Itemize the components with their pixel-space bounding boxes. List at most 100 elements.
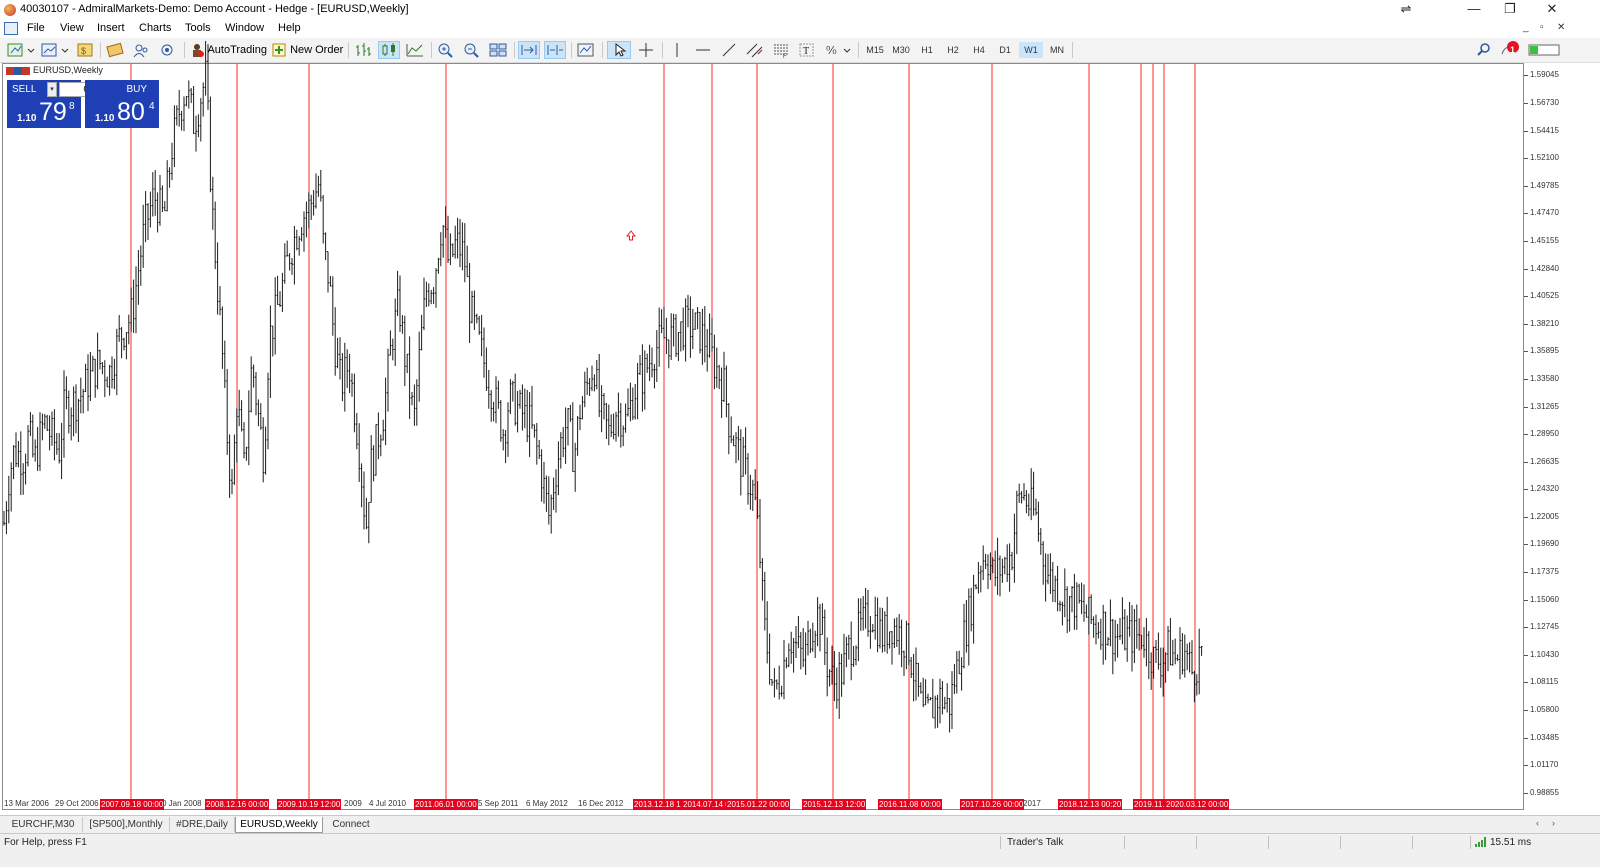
price-bar (867, 589, 869, 637)
price-bar (929, 697, 932, 701)
event-label[interactable]: 2007.09.18 00:00 (100, 799, 165, 810)
price-tick (1524, 710, 1528, 712)
event-label[interactable]: 2014.07.14 0 (682, 799, 731, 810)
price-bar (139, 245, 142, 286)
price-bar (763, 571, 766, 631)
event-label[interactable]: 2016.11.08 00:00 (878, 799, 942, 810)
price-bar (89, 352, 92, 402)
price-bar (670, 313, 673, 360)
price-bar (331, 276, 334, 336)
price-bar (197, 114, 200, 138)
lot-decrease-button[interactable]: ▾ (47, 82, 57, 97)
price-bar (951, 671, 953, 730)
price-bar (706, 328, 709, 372)
signal-bars-icon (1474, 836, 1488, 850)
buy-button[interactable]: BUY 1.10 80 4 (85, 80, 159, 128)
price-bar (1164, 652, 1167, 683)
tabs-scroll-right-icon[interactable]: › (1552, 818, 1555, 828)
price-tick (1524, 75, 1528, 77)
price-bar (682, 307, 685, 351)
price-label: 1.52100 (1530, 153, 1559, 163)
price-bar (1135, 604, 1138, 649)
price-bar (159, 174, 161, 226)
time-label: 5 Sep 2011 (478, 799, 519, 808)
price-bar (238, 389, 241, 427)
event-label[interactable]: 2015.12.13 12:00 (802, 799, 867, 810)
price-bar (120, 327, 123, 359)
price-bar (636, 363, 639, 420)
price-bar (631, 387, 634, 420)
event-label[interactable]: 2011.06.01 00:00 (414, 799, 478, 810)
price-bar (502, 429, 505, 451)
price-bar (1006, 544, 1009, 582)
time-label: 0 Jan 2008 (162, 799, 202, 808)
event-label[interactable]: 2013.12.18 1 (633, 799, 682, 810)
price-bar (1039, 528, 1042, 555)
price-bar (543, 461, 545, 504)
price-bar (171, 142, 173, 181)
price-bar (473, 290, 476, 330)
price-bar (1092, 616, 1095, 638)
event-label[interactable]: 2017.10.26 00:00 (960, 799, 1025, 810)
event-label[interactable]: 2018.12.13 00:20 (1058, 799, 1123, 810)
price-label: 1.26635 (1530, 456, 1559, 466)
price-bar (175, 105, 178, 126)
price-bar (915, 647, 917, 701)
price-bar (360, 463, 363, 508)
price-bar (228, 434, 231, 498)
price-bar (315, 173, 317, 209)
up-arrow-icon[interactable] (625, 230, 637, 241)
price-bar (415, 379, 418, 426)
price-bar (55, 433, 58, 455)
time-label: 16 Dec 2012 (578, 799, 624, 808)
price-bar (204, 41, 207, 96)
event-label[interactable]: 2009.10.19 12:00 (277, 799, 342, 810)
price-bar (247, 390, 250, 466)
tab-dre-daily[interactable]: #DRE,Daily (170, 817, 235, 832)
price-bar (413, 384, 416, 426)
tab-eurchf-m30[interactable]: EURCHF,M30 (4, 817, 83, 832)
price-bar (955, 651, 958, 694)
price-bar (720, 367, 723, 418)
price-bar (1171, 639, 1174, 666)
price-bar (96, 332, 99, 390)
price-bar (771, 679, 773, 686)
price-bar (1121, 597, 1124, 645)
tab-connect[interactable]: Connect (322, 817, 380, 832)
price-bar (1138, 618, 1141, 651)
price-bar (903, 650, 905, 676)
price-label: 1.24320 (1530, 484, 1559, 494)
price-bar (168, 167, 171, 188)
price-bar (1047, 554, 1049, 585)
price-bar (391, 338, 394, 361)
price-bar (1066, 586, 1069, 634)
price-bar (1003, 556, 1006, 575)
price-bar (151, 172, 154, 217)
price-bar (1025, 490, 1028, 514)
price-bar (499, 399, 502, 442)
event-label[interactable]: 2020.03.12 00:00 (1165, 799, 1230, 810)
price-bar (24, 453, 27, 485)
tabs-scroll-left-icon[interactable]: ‹ (1536, 818, 1539, 828)
price-bar (799, 631, 802, 670)
price-bar (823, 609, 826, 666)
buy-price-big: 80 (117, 98, 145, 126)
price-bar (742, 436, 745, 477)
event-label[interactable]: 2015.01.22 00:00 (726, 799, 791, 810)
price-bar (103, 360, 106, 398)
price-bar (293, 225, 296, 285)
price-bar (106, 376, 109, 388)
price-bar (1056, 565, 1059, 612)
price-bar (60, 422, 63, 480)
tab-sp500-monthly[interactable]: [SP500],Monthly (83, 817, 170, 832)
price-bar (75, 384, 77, 434)
price-tick (1524, 185, 1528, 187)
price-bar (475, 313, 478, 324)
tab-eurusd-weekly[interactable]: EURUSD,Weekly (235, 817, 323, 833)
price-bar (48, 415, 51, 451)
price-bar (377, 412, 380, 460)
price-bar (850, 621, 853, 681)
price-bar (144, 191, 147, 243)
event-label[interactable]: 2008.12.16 00:00 (205, 799, 270, 810)
event-label[interactable]: 2019.11. (1133, 799, 1166, 810)
